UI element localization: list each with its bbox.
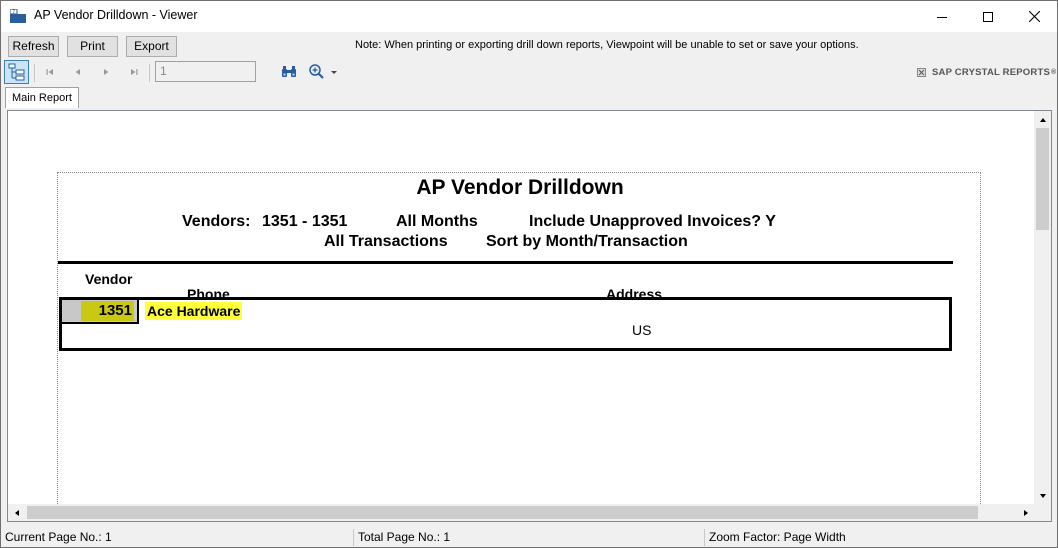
vendor-number-cell: 1351 xyxy=(62,300,139,324)
report-tabs: Main Report xyxy=(1,86,1057,108)
scroll-down-button[interactable] xyxy=(1034,487,1051,504)
previous-page-icon xyxy=(75,69,80,75)
svg-text:7: 7 xyxy=(12,10,15,16)
status-bar: Current Page No.: 1 Total Page No.: 1 Zo… xyxy=(1,526,1057,547)
drilldown-note: Note: When printing or exporting drill d… xyxy=(355,39,859,51)
zoom-icon xyxy=(309,64,324,79)
zoom-factor-status: Zoom Factor: Page Width xyxy=(709,530,846,544)
chevron-left-icon xyxy=(14,509,19,516)
scroll-up-button[interactable] xyxy=(1034,111,1051,128)
export-button[interactable]: Export xyxy=(126,36,177,57)
vendors-label: Vendors: xyxy=(182,213,251,230)
sort-order: Sort by Month/Transaction xyxy=(486,233,688,250)
app-icon: 7 xyxy=(9,8,26,23)
viewer-toolbar: 1 SAP CRYSTAL REPORTS ® xyxy=(1,59,1057,86)
command-bar: Refresh Print Export Note: When printing… xyxy=(1,32,1057,59)
close-button[interactable] xyxy=(1011,1,1057,32)
total-page-status: Total Page No.: 1 xyxy=(358,530,451,544)
vertical-scrollbar[interactable] xyxy=(1034,111,1051,504)
report-page: AP Vendor Drilldown Vendors: 1351 - 1351… xyxy=(57,172,981,512)
window-title: AP Vendor Drilldown - Viewer xyxy=(34,8,198,22)
header-rule xyxy=(58,261,953,264)
goto-page-input[interactable]: 1 xyxy=(155,61,256,82)
transactions-filter: All Transactions xyxy=(324,233,448,250)
chevron-right-icon xyxy=(1023,509,1028,516)
minimize-icon xyxy=(937,16,947,18)
horizontal-scroll-thumb[interactable] xyxy=(27,506,978,519)
vertical-scroll-thumb[interactable] xyxy=(1036,128,1049,230)
print-button[interactable]: Print xyxy=(67,36,118,57)
next-page-icon xyxy=(104,69,109,75)
horizontal-scrollbar[interactable] xyxy=(8,504,1034,521)
vendor-country: US xyxy=(632,322,652,338)
report-viewport: AP Vendor Drilldown Vendors: 1351 - 1351… xyxy=(7,110,1052,522)
scrollbar-corner xyxy=(1032,504,1051,521)
minimize-button[interactable] xyxy=(919,1,965,32)
tab-main-report[interactable]: Main Report xyxy=(5,87,79,108)
viewer-window: 7 AP Vendor Drilldown - Viewer Refresh P… xyxy=(0,0,1058,548)
close-icon xyxy=(1028,11,1040,22)
first-page-icon xyxy=(46,69,53,75)
maximize-icon xyxy=(983,11,993,22)
chevron-up-icon xyxy=(1039,117,1046,122)
close-logo-icon[interactable] xyxy=(917,68,926,77)
report-title: AP Vendor Drilldown xyxy=(416,176,624,199)
sap-crystal-reports-logo: SAP CRYSTAL REPORTS ® xyxy=(917,67,1056,78)
unapproved-filter: Include Unapproved Invoices? Y xyxy=(529,213,776,230)
scroll-left-button[interactable] xyxy=(8,504,25,521)
toolbar-separator xyxy=(34,64,35,82)
previous-page-button[interactable] xyxy=(70,64,86,80)
vendor-record: 1351 Ace Hardware US xyxy=(59,297,952,351)
current-page-status: Current Page No.: 1 xyxy=(5,530,112,544)
column-header-vendor: Vendor xyxy=(85,271,133,287)
group-tree-icon xyxy=(8,63,24,81)
chevron-down-icon xyxy=(331,71,337,74)
last-page-button[interactable] xyxy=(126,64,142,80)
group-tree-toggle-button[interactable] xyxy=(4,60,29,84)
toolbar-separator xyxy=(149,64,150,82)
first-page-button[interactable] xyxy=(42,64,58,80)
title-bar: 7 AP Vendor Drilldown - Viewer xyxy=(1,1,1057,32)
brand-mark: ® xyxy=(1051,69,1057,76)
chevron-down-icon xyxy=(1039,493,1046,498)
zoom-dropdown-button[interactable] xyxy=(308,62,338,82)
find-button[interactable] xyxy=(280,63,298,81)
refresh-button[interactable]: Refresh xyxy=(8,36,59,57)
binoculars-icon xyxy=(282,66,296,77)
months-filter: All Months xyxy=(396,213,478,230)
brand-text: SAP CRYSTAL REPORTS xyxy=(932,67,1050,78)
last-page-icon xyxy=(131,69,138,75)
vendor-number-link[interactable]: 1351 xyxy=(80,301,134,321)
vendor-name[interactable]: Ace Hardware xyxy=(145,302,243,320)
maximize-button[interactable] xyxy=(965,1,1011,32)
next-page-button[interactable] xyxy=(98,64,114,80)
vendors-range: 1351 - 1351 xyxy=(262,213,348,230)
